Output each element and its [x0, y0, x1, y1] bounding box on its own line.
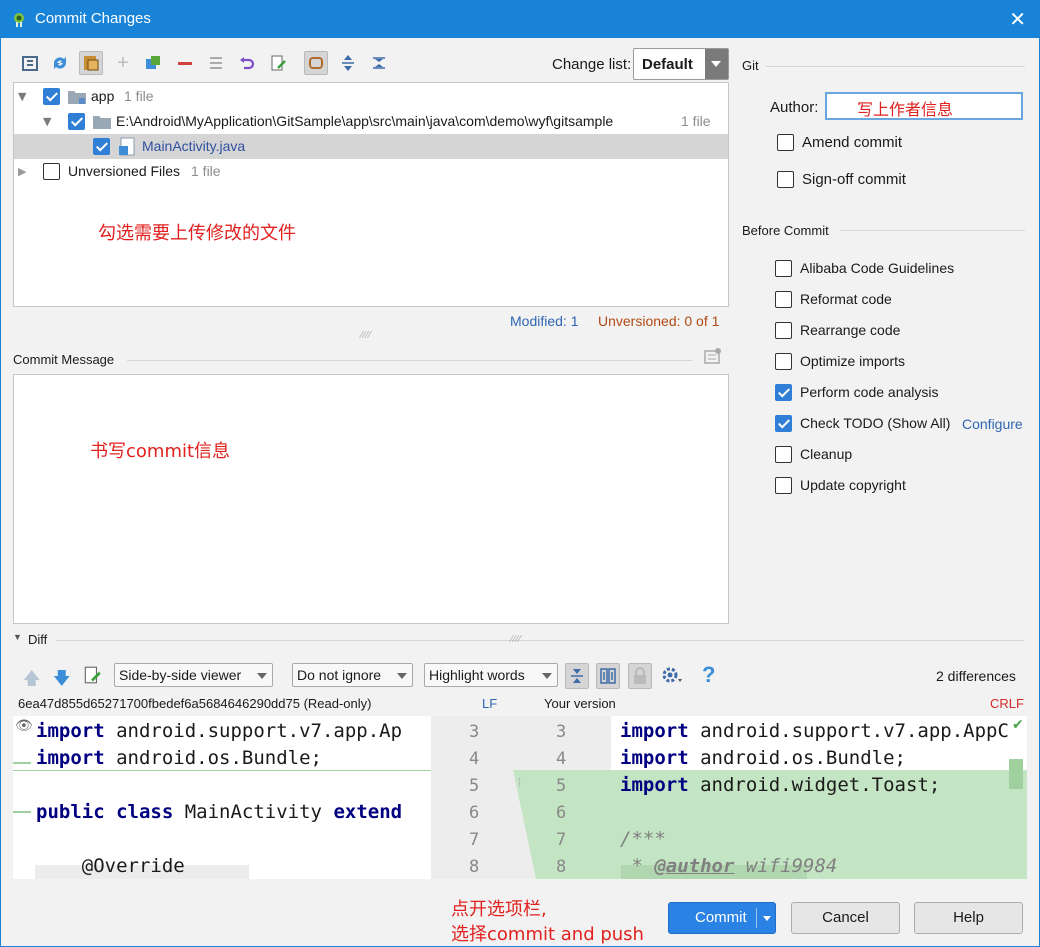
- expand-all-icon[interactable]: [336, 51, 360, 75]
- left-code: import android.support.v7.app.Ap import …: [36, 720, 403, 877]
- tree-annotation: 勾选需要上传修改的文件: [98, 223, 296, 244]
- right-diff-pane[interactable]: ✔ import android.support.v7.app.AppC imp…: [611, 716, 1027, 879]
- modified-count[interactable]: Modified: 1: [510, 313, 578, 329]
- left-line-ending[interactable]: LF: [482, 696, 497, 711]
- perform-code-analysis-checkbox[interactable]: Perform code analysis: [775, 382, 939, 402]
- commit-message-annotation: 书写commit信息: [90, 441, 231, 462]
- highlight-select[interactable]: Highlight words: [424, 663, 558, 687]
- commit-button[interactable]: Commit: [668, 902, 776, 934]
- tree-item-unversioned[interactable]: ▶ Unversioned Files 1 file: [14, 159, 728, 184]
- collapse-unchanged-icon[interactable]: [565, 663, 589, 689]
- move-to-changelist-icon[interactable]: [141, 51, 165, 75]
- collapse-diff-icon[interactable]: ▼: [13, 632, 22, 642]
- tree-item-checkbox[interactable]: [43, 88, 60, 105]
- show-diff-icon[interactable]: [18, 51, 42, 75]
- cleanup-checkbox[interactable]: Cleanup: [775, 444, 852, 464]
- rollback-icon[interactable]: [235, 51, 259, 75]
- tree-item-app[interactable]: ▼ app 1 file: [14, 84, 728, 109]
- diff-gutter: ⁞: [431, 716, 611, 879]
- add-icon[interactable]: +: [111, 51, 135, 75]
- group-by-directory-icon[interactable]: [79, 51, 103, 75]
- tree-item-directory[interactable]: ▼ E:\Android\MyApplication\GitSample\app…: [14, 109, 728, 134]
- shelve-icon[interactable]: [204, 51, 228, 75]
- title-bar: Commit Changes ✕: [0, 0, 1040, 38]
- right-code: import android.support.v7.app.AppC impor…: [620, 720, 1009, 877]
- tree-item-mainactivity[interactable]: MainActivity.java: [14, 134, 728, 159]
- differences-count: 2 differences: [936, 668, 1016, 684]
- before-commit-section-label: Before Commit: [742, 223, 829, 238]
- refresh-icon[interactable]: [48, 51, 72, 75]
- tree-item-checkbox[interactable]: [43, 163, 60, 180]
- checkmark-icon: ✔: [1012, 716, 1024, 732]
- signoff-commit-checkbox[interactable]: Sign-off commit: [777, 169, 906, 189]
- next-difference-icon[interactable]: 🡇: [53, 666, 70, 695]
- cancel-button[interactable]: Cancel: [791, 902, 900, 934]
- collapse-all-icon[interactable]: [367, 51, 391, 75]
- diff-viewer[interactable]: 👁 import android.support.v7.app.Ap impor…: [13, 716, 1027, 879]
- rearrange-code-checkbox[interactable]: Rearrange code: [775, 320, 900, 340]
- module-folder-icon: [68, 91, 86, 104]
- author-input[interactable]: 写上作者信息: [825, 92, 1023, 120]
- help-button[interactable]: Help: [914, 902, 1023, 934]
- update-copyright-checkbox[interactable]: Update copyright: [775, 475, 906, 495]
- commit-message-input[interactable]: 书写commit信息: [13, 374, 729, 624]
- window-title: Commit Changes: [35, 10, 151, 27]
- edit-source-icon[interactable]: [266, 51, 290, 75]
- right-line-ending[interactable]: CRLF: [990, 696, 1024, 711]
- expand-preview-icon[interactable]: [304, 51, 328, 75]
- amend-commit-checkbox[interactable]: Amend commit: [777, 132, 902, 152]
- configure-link[interactable]: Configure: [962, 416, 1023, 432]
- alibaba-guidelines-checkbox[interactable]: Alibaba Code Guidelines: [775, 258, 954, 278]
- left-revision-header: 6ea47d855d65271700fbedef6a5684646290dd75…: [18, 696, 372, 711]
- viewer-select[interactable]: Side-by-side viewer: [114, 663, 273, 687]
- tree-item-checkbox[interactable]: [93, 138, 110, 155]
- change-list-select[interactable]: Default: [633, 48, 729, 80]
- message-history-icon[interactable]: [703, 346, 723, 366]
- expand-arrow-icon[interactable]: ▶: [18, 159, 26, 184]
- chevron-down-icon: [542, 673, 552, 679]
- author-value: 写上作者信息: [857, 100, 954, 119]
- previous-difference-icon[interactable]: 🡅: [23, 666, 40, 695]
- sync-scroll-icon[interactable]: [596, 663, 620, 689]
- reformat-code-checkbox[interactable]: Reformat code: [775, 289, 892, 309]
- bottom-annotation-line2: 选择commit and push: [451, 924, 644, 945]
- folder-icon: [93, 116, 111, 129]
- bottom-annotation-line1: 点开选项栏,: [451, 899, 547, 920]
- right-revision-header: Your version: [544, 696, 616, 711]
- eye-icon: 👁: [15, 717, 33, 733]
- change-list-value: Default: [642, 56, 693, 73]
- remove-icon[interactable]: [173, 51, 197, 75]
- splitter-handle[interactable]: ⁄⁄⁄⁄: [511, 634, 522, 645]
- lock-icon[interactable]: [628, 663, 652, 689]
- splitter-handle[interactable]: ⁄⁄⁄⁄: [361, 330, 372, 341]
- tree-item-checkbox[interactable]: [68, 113, 85, 130]
- java-file-icon: [119, 137, 135, 156]
- git-section-label: Git: [742, 58, 759, 73]
- expand-arrow-icon[interactable]: ▼: [18, 84, 26, 109]
- expand-arrow-icon[interactable]: ▼: [43, 109, 51, 134]
- chevron-down-icon: [705, 49, 728, 79]
- left-diff-pane[interactable]: 👁 import android.support.v7.app.Ap impor…: [13, 716, 431, 879]
- edit-source-icon[interactable]: [82, 665, 102, 685]
- optimize-imports-checkbox[interactable]: Optimize imports: [775, 351, 905, 371]
- android-studio-icon: [14, 13, 24, 27]
- changes-tree: ▼ app 1 file ▼ E:\Android\MyApplication\…: [13, 82, 729, 307]
- close-icon[interactable]: ✕: [1009, 7, 1026, 31]
- chevron-down-icon: [257, 673, 267, 679]
- diff-section-label: Diff: [28, 632, 48, 647]
- unversioned-count[interactable]: Unversioned: 0 of 1: [598, 313, 719, 329]
- commit-message-label: Commit Message: [13, 352, 115, 367]
- author-label: Author:: [770, 99, 819, 116]
- change-list-label: Change list:: [552, 56, 632, 73]
- chevron-down-icon[interactable]: [763, 916, 771, 921]
- check-todo-checkbox[interactable]: Check TODO (Show All): [775, 413, 950, 433]
- gear-icon[interactable]: [661, 665, 683, 685]
- help-icon[interactable]: ?: [702, 662, 715, 688]
- ignore-whitespace-select[interactable]: Do not ignore: [292, 663, 413, 687]
- chevron-down-icon: [397, 673, 407, 679]
